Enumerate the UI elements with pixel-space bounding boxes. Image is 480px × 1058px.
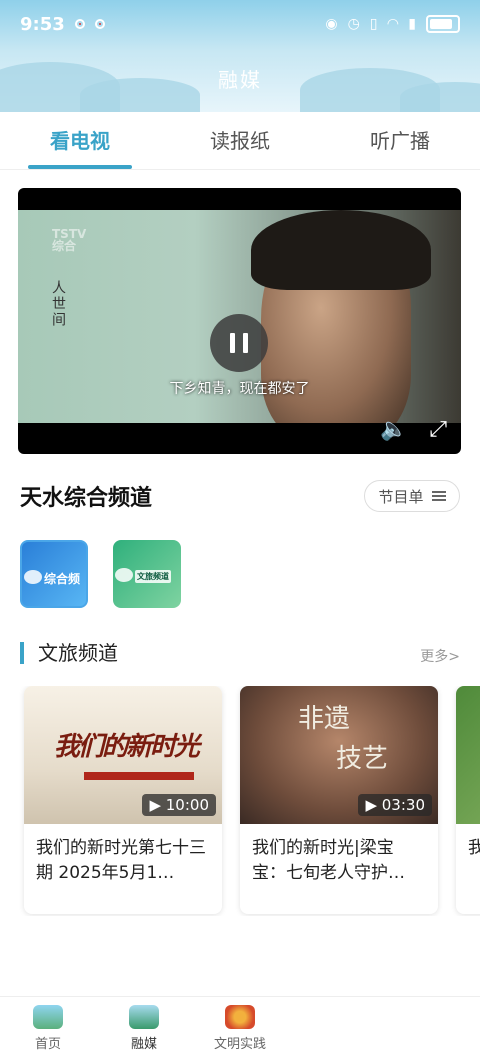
video-subtitle: 下乡知青，现在都安了: [169, 381, 310, 397]
wifi-icon: ◠: [387, 16, 399, 32]
video-card[interactable]: 非遗 技艺 ▶ 03:30 我们的新时光|梁宝宝：七旬老人守护…: [240, 686, 438, 914]
duration-text: 03:30: [381, 796, 425, 814]
video-card[interactable]: 我龙: [456, 686, 480, 914]
thumbnail-text: 技艺: [336, 744, 389, 774]
page-title: 融媒: [218, 68, 262, 92]
battery-icon: [426, 15, 460, 33]
schedule-label: 节目单: [378, 487, 424, 506]
video-title: 我龙: [468, 838, 480, 858]
eye-icon: ◉: [325, 16, 338, 32]
vibrate-icon: ▯: [369, 16, 378, 32]
section-title: 文旅频道: [20, 642, 118, 664]
channel-thumb-label: 综合频: [44, 572, 81, 586]
channel-thumb-label: 文旅频道: [135, 570, 171, 583]
nav-label: 首页: [34, 1037, 61, 1052]
bottom-nav: 首页 融媒 文明实践: [0, 996, 480, 1058]
volume-icon[interactable]: 🔈: [380, 417, 407, 442]
nav-civilization[interactable]: 文明实践: [200, 1005, 280, 1052]
pause-button[interactable]: [210, 314, 268, 372]
thumbnail-banner: [84, 772, 194, 780]
thumbnail-calligraphy: 我们的新时光: [54, 732, 200, 762]
nav-label: 融媒: [130, 1037, 157, 1052]
video-hair: [251, 210, 431, 290]
video-frame: TSTV 综合 人世间 下乡知青，现在都安了: [18, 210, 461, 423]
home-icon: [33, 1005, 63, 1029]
tv-logo-icon: [24, 570, 42, 584]
channel-thumb-culture[interactable]: 文旅频道: [113, 540, 181, 608]
player-controls: 🔈 ⤢: [380, 417, 447, 442]
signal-icon: ▮: [408, 16, 416, 32]
channel-logo-sub: 综合: [52, 239, 77, 253]
nav-home[interactable]: 首页: [8, 1005, 88, 1052]
thumbnail-text: 非遗: [298, 704, 351, 734]
duration-badge: ▶ 10:00: [142, 794, 216, 816]
status-time: 9:53: [20, 13, 65, 35]
pause-icon: [230, 333, 235, 353]
tab-tv[interactable]: 看电视: [0, 112, 160, 169]
tv-logo-icon: [115, 568, 133, 582]
video-card[interactable]: 我们的新时光 ▶ 10:00 我们的新时光第七十三期 2025年5月1…: [24, 686, 222, 914]
show-title: 人世间: [50, 280, 66, 328]
nav-media[interactable]: 融媒: [104, 1005, 184, 1052]
status-bar: 9:53 ◉ ◷ ▯ ◠ ▮: [0, 0, 480, 48]
media-tabs: 看电视 读报纸 听广播: [0, 112, 480, 170]
video-title: 我们的新时光第七十三期 2025年5月1…: [36, 838, 206, 883]
nav-label: 文明实践: [213, 1037, 266, 1052]
tab-radio[interactable]: 听广播: [320, 112, 480, 169]
notification-icon: [74, 19, 85, 29]
tab-newspaper[interactable]: 读报纸: [160, 112, 320, 169]
channel-name: 天水综合频道: [20, 486, 153, 511]
civilization-icon: [225, 1005, 255, 1029]
media-icon: [129, 1005, 159, 1029]
schedule-button[interactable]: 节目单: [364, 480, 460, 512]
notification-icon: [94, 19, 105, 29]
list-icon: [431, 491, 446, 501]
alarm-icon: ◷: [347, 16, 360, 32]
channel-logo: TSTV 综合: [52, 228, 86, 252]
video-thumbnail: [456, 686, 480, 824]
video-list: 我们的新时光 ▶ 10:00 我们的新时光第七十三期 2025年5月1… 非遗 …: [0, 686, 480, 916]
duration-badge: ▶ 03:30: [358, 794, 432, 816]
video-thumbnail: 我们的新时光 ▶ 10:00: [24, 686, 222, 824]
video-player[interactable]: TSTV 综合 人世间 下乡知青，现在都安了 🔈 ⤢: [18, 188, 461, 454]
video-thumbnail: 非遗 技艺 ▶ 03:30: [240, 686, 438, 824]
more-link[interactable]: 更多>: [420, 646, 460, 666]
video-title: 我们的新时光|梁宝宝：七旬老人守护…: [252, 838, 405, 883]
pause-icon: [243, 333, 248, 353]
channel-thumb-general[interactable]: 综合频: [20, 540, 88, 608]
fullscreen-icon[interactable]: ⤢: [429, 417, 447, 442]
duration-text: 10:00: [165, 796, 209, 814]
header: 9:53 ◉ ◷ ▯ ◠ ▮ 融媒: [0, 0, 480, 112]
